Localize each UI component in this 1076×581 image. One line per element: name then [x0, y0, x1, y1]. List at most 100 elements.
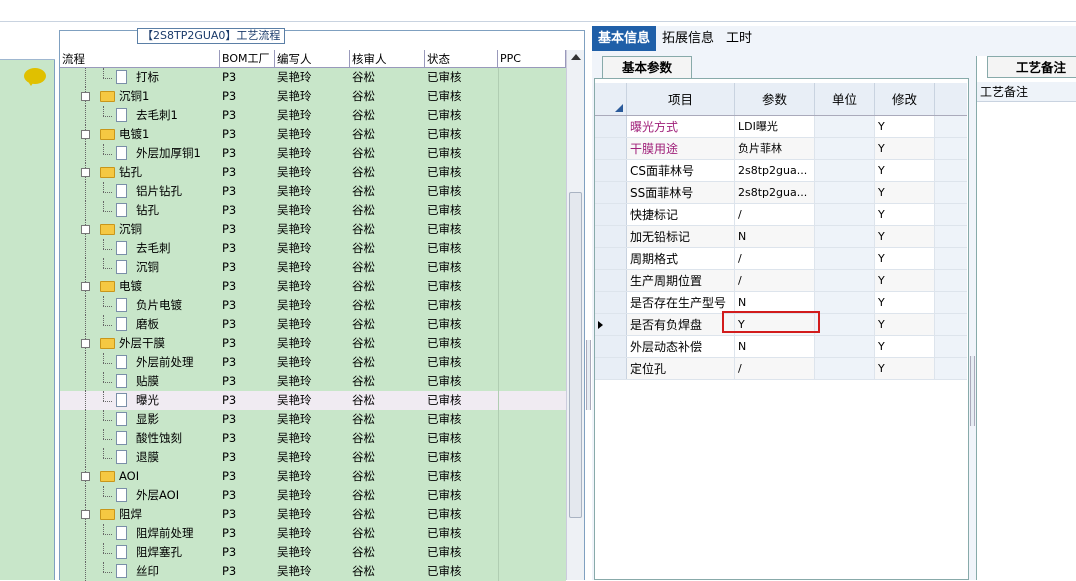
flow-row[interactable]: - 钻孔 P3 吴艳玲 谷松 已审核 [60, 163, 566, 182]
grid-col-unit[interactable]: 单位 [815, 83, 875, 115]
param-row[interactable]: 加无铅标记 N Y [595, 226, 967, 248]
param-row[interactable]: 曝光方式 LDI曝光 Y [595, 116, 967, 138]
flow-row[interactable]: 阻焊前处理 P3 吴艳玲 谷松 已审核 [60, 524, 566, 543]
tree-line [103, 420, 112, 421]
flow-row[interactable]: - 沉铜1 P3 吴艳玲 谷松 已审核 [60, 87, 566, 106]
col-header-writer[interactable]: 编写人 [275, 50, 350, 67]
param-value-cell[interactable]: N [735, 292, 815, 313]
param-row[interactable]: 外层动态补偿 N Y [595, 336, 967, 358]
row-indicator[interactable] [595, 270, 627, 291]
col-header-status[interactable]: 状态 [425, 50, 498, 67]
param-value-cell[interactable]: / [735, 248, 815, 269]
tab-work-hours[interactable]: 工时 [720, 26, 758, 51]
flow-scrollbar[interactable] [566, 50, 584, 580]
grid-col-item[interactable]: 项目 [627, 83, 735, 115]
param-row[interactable]: 定位孔 / Y [595, 358, 967, 380]
row-indicator[interactable] [595, 314, 627, 335]
flow-row[interactable]: 钻孔 P3 吴艳玲 谷松 已审核 [60, 201, 566, 220]
flow-row[interactable]: 打标 P3 吴艳玲 谷松 已审核 [60, 68, 566, 87]
flow-row[interactable]: 去毛刺1 P3 吴艳玲 谷松 已审核 [60, 106, 566, 125]
flow-row[interactable]: 铝片钻孔 P3 吴艳玲 谷松 已审核 [60, 182, 566, 201]
tab-extended-info[interactable]: 拓展信息 [656, 26, 720, 51]
param-value-cell[interactable]: 2s8tp2gua... [735, 160, 815, 181]
tab-basic-info[interactable]: 基本信息 [592, 26, 657, 51]
flow-row[interactable]: - 外层干膜 P3 吴艳玲 谷松 已审核 [60, 334, 566, 353]
col-header-reviewer[interactable]: 核审人 [350, 50, 425, 67]
grid-col-value[interactable]: 参数 [735, 83, 815, 115]
param-value-cell[interactable]: LDI曝光 [735, 116, 815, 137]
collapse-toggle-icon[interactable]: - [81, 92, 90, 101]
param-row[interactable]: 生产周期位置 / Y [595, 270, 967, 292]
collapse-toggle-icon[interactable]: - [81, 510, 90, 519]
flow-row[interactable]: - 阻焊 P3 吴艳玲 谷松 已审核 [60, 505, 566, 524]
tab-process-note[interactable]: 工艺备注 [987, 56, 1076, 78]
row-indicator[interactable] [595, 336, 627, 357]
row-indicator[interactable] [595, 292, 627, 313]
flow-row[interactable]: - 沉铜 P3 吴艳玲 谷松 已审核 [60, 220, 566, 239]
flow-row[interactable]: - 电镀1 P3 吴艳玲 谷松 已审核 [60, 125, 566, 144]
param-unit-cell [815, 314, 875, 335]
status-cell: 已审核 [427, 184, 462, 198]
collapse-toggle-icon[interactable]: - [81, 168, 90, 177]
scroll-thumb[interactable] [569, 192, 582, 518]
flow-row[interactable]: 磨板 P3 吴艳玲 谷松 已审核 [60, 315, 566, 334]
param-value-cell[interactable]: / [735, 358, 815, 379]
param-value-cell[interactable]: 负片菲林 [735, 138, 815, 159]
param-row[interactable]: CS面菲林号 2s8tp2gua... Y [595, 160, 967, 182]
flow-row[interactable]: - 电镀 P3 吴艳玲 谷松 已审核 [60, 277, 566, 296]
collapse-toggle-icon[interactable]: - [81, 339, 90, 348]
flow-row[interactable]: 沉铜 P3 吴艳玲 谷松 已审核 [60, 258, 566, 277]
param-row[interactable]: 快捷标记 / Y [595, 204, 967, 226]
param-row[interactable]: 周期格式 / Y [595, 248, 967, 270]
flow-row[interactable]: 显影 P3 吴艳玲 谷松 已审核 [60, 410, 566, 429]
row-indicator[interactable] [595, 248, 627, 269]
flow-row[interactable]: 去毛刺 P3 吴艳玲 谷松 已审核 [60, 239, 566, 258]
flow-row[interactable]: 退膜 P3 吴艳玲 谷松 已审核 [60, 448, 566, 467]
param-row[interactable]: 干膜用途 负片菲林 Y [595, 138, 967, 160]
flow-row[interactable]: 外层前处理 P3 吴艳玲 谷松 已审核 [60, 353, 566, 372]
col-header-bom[interactable]: BOM工厂 [220, 50, 275, 67]
chat-bubble-icon[interactable] [24, 68, 46, 86]
ppc-cell [498, 201, 566, 220]
flow-row[interactable]: - AOI P3 吴艳玲 谷松 已审核 [60, 467, 566, 486]
row-indicator[interactable] [595, 138, 627, 159]
flow-row[interactable]: 贴膜 P3 吴艳玲 谷松 已审核 [60, 372, 566, 391]
col-header-ppc[interactable]: PPC [498, 50, 566, 67]
subtab-basic-params[interactable]: 基本参数 [602, 56, 692, 78]
param-unit-cell [815, 204, 875, 225]
collapse-toggle-icon[interactable]: - [81, 282, 90, 291]
param-value-cell[interactable]: N [735, 226, 815, 247]
param-value-cell[interactable]: N [735, 336, 815, 357]
flow-row[interactable]: 丝印 P3 吴艳玲 谷松 已审核 [60, 562, 566, 581]
collapse-toggle-icon[interactable]: - [81, 472, 90, 481]
flow-row[interactable]: 酸性蚀刻 P3 吴艳玲 谷松 已审核 [60, 429, 566, 448]
collapse-toggle-icon[interactable]: - [81, 130, 90, 139]
flow-row[interactable]: 曝光 P3 吴艳玲 谷松 已审核 [60, 391, 566, 410]
reviewer-cell: 谷松 [352, 108, 375, 122]
row-indicator[interactable] [595, 358, 627, 379]
grid-col-modify[interactable]: 修改 [875, 83, 935, 115]
status-cell: 已审核 [427, 279, 462, 293]
detail-tabs: 基本信息 拓展信息 工时 [592, 26, 758, 51]
middle-splitter[interactable] [586, 340, 591, 410]
param-value-cell[interactable]: 2s8tp2gua... [735, 182, 815, 203]
flow-row[interactable]: 阻焊塞孔 P3 吴艳玲 谷松 已审核 [60, 543, 566, 562]
row-indicator[interactable] [595, 226, 627, 247]
flow-row[interactable]: 负片电镀 P3 吴艳玲 谷松 已审核 [60, 296, 566, 315]
row-indicator[interactable] [595, 116, 627, 137]
collapse-toggle-icon[interactable]: - [81, 225, 90, 234]
tree-line [103, 116, 112, 117]
col-header-flow[interactable]: 流程 [60, 50, 220, 67]
left-splitter[interactable] [53, 330, 58, 430]
param-value-cell[interactable]: / [735, 204, 815, 225]
flow-row[interactable]: 外层加厚铜1 P3 吴艳玲 谷松 已审核 [60, 144, 566, 163]
row-indicator[interactable] [595, 160, 627, 181]
param-row[interactable]: SS面菲林号 2s8tp2gua... Y [595, 182, 967, 204]
row-indicator[interactable] [595, 204, 627, 225]
param-value-cell[interactable]: / [735, 270, 815, 291]
row-indicator[interactable] [595, 182, 627, 203]
right-splitter[interactable] [970, 356, 975, 426]
scroll-up-arrow-icon[interactable] [571, 54, 581, 60]
flow-row[interactable]: 外层AOI P3 吴艳玲 谷松 已审核 [60, 486, 566, 505]
bom-cell: P3 [222, 469, 237, 483]
